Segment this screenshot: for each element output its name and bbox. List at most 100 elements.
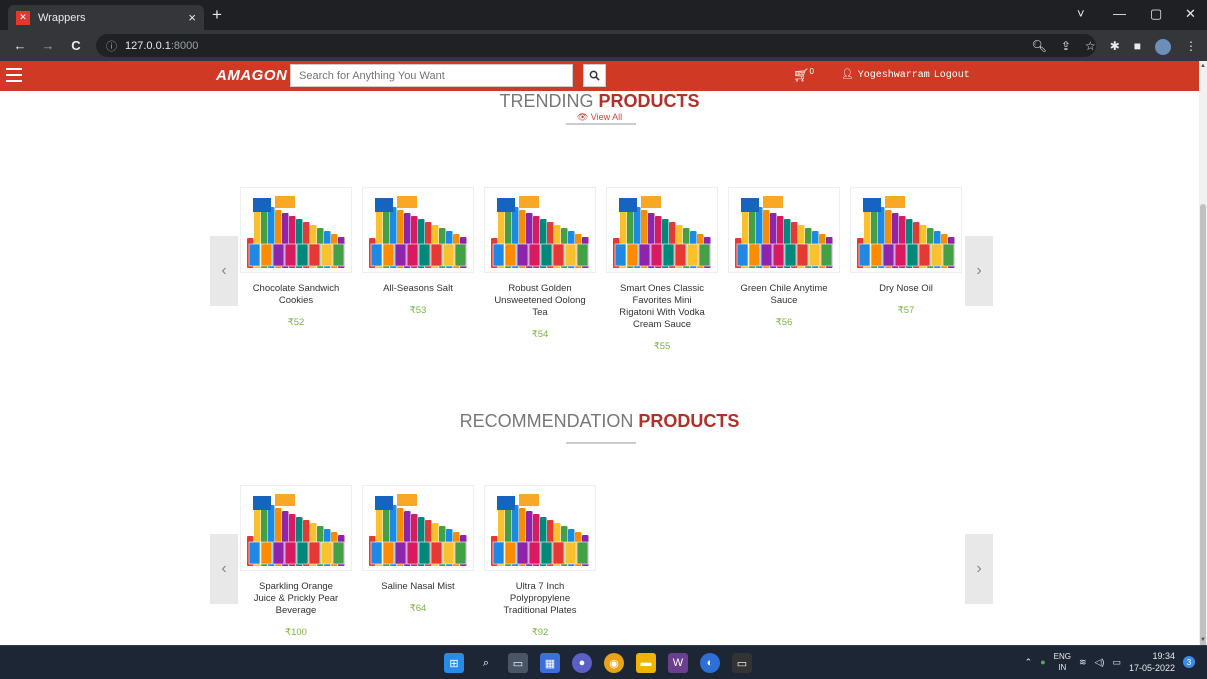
product-image-frame[interactable] [484,187,596,273]
widgets-icon[interactable]: ▦ [540,653,560,673]
username-link[interactable]: Yogeshwarram [858,70,930,81]
product-name[interactable]: Sparkling Orange Juice & Prickly Pear Be… [240,581,352,617]
app-w-icon[interactable]: W [668,653,688,673]
product-name[interactable]: Chocolate Sandwich Cookies [240,283,352,307]
trending-product-card[interactable]: Green Chile Anytime Sauce ₹56 [728,187,840,328]
product-image-frame[interactable] [484,485,596,571]
teams-chat-icon[interactable]: ● [572,653,592,673]
language-indicator[interactable]: ENG IN [1054,651,1071,673]
recommendation-product-card[interactable]: Saline Nasal Mist ₹64 [362,485,474,614]
browser-tab[interactable]: ✕ Wrappers × [8,5,204,30]
product-image-frame[interactable] [362,187,474,273]
task-view-icon[interactable]: ▭ [508,653,528,673]
product-name[interactable]: Green Chile Anytime Sauce [728,283,840,307]
battery-icon[interactable]: ▭ [1112,657,1121,668]
zoom-icon[interactable]: 🔍︎ [1032,39,1047,55]
share-icon[interactable]: ⇪ [1061,39,1071,55]
scroll-up-icon[interactable]: ▲ [1200,63,1206,69]
product-image [611,192,713,268]
page-scrollbar[interactable]: ▲ ▼ [1199,61,1207,652]
extensions-icon[interactable]: ✱ [1110,39,1120,55]
product-image [245,192,347,268]
recommendation-product-card[interactable]: Sparkling Orange Juice & Prickly Pear Be… [240,485,352,638]
profile-avatar-icon[interactable] [1155,39,1171,55]
product-price: ₹92 [531,627,549,638]
view-all-label[interactable]: 👁 View All [577,112,622,122]
recommendation-next-button[interactable]: › [965,534,993,604]
trending-heading: TRENDING PRODUCTS [0,91,1199,112]
trending-heading-accent: PRODUCTS [598,91,700,111]
product-image-frame[interactable] [850,187,962,273]
reload-button[interactable]: C [68,38,84,53]
minimize-button[interactable]: — [1113,6,1126,21]
new-tab-button[interactable]: + [212,5,222,25]
view-all-link[interactable]: 👁 View All [0,112,1199,123]
wifi-icon[interactable]: ≋ [1079,657,1087,668]
bookmark-star-icon[interactable]: ☆ [1085,39,1096,55]
address-bar[interactable]: ⓘ 127.0.0.1:8000 [96,34,1096,57]
product-name[interactable]: Dry Nose Oil [850,283,962,295]
forward-button[interactable]: → [40,38,56,53]
tab-search-icon[interactable]: ˅ [1077,6,1085,21]
trending-next-button[interactable]: › [965,236,993,306]
lang-bottom: IN [1058,663,1067,672]
notification-badge[interactable]: 3 [1183,656,1195,668]
chevron-left-icon: ‹ [221,560,227,577]
system-tray: ⌃ ● ENG IN ≋ ◁) ▭ 19:34 17-05-2022 3 [1025,650,1195,674]
tab-close-icon[interactable]: × [188,10,196,25]
trending-product-card[interactable]: Chocolate Sandwich Cookies ₹52 [240,187,352,328]
search-icon [589,70,600,81]
cart-icon: 🛒︎ [793,67,810,83]
favicon-icon: ✕ [16,10,30,25]
product-image-frame[interactable] [606,187,718,273]
recommendation-divider [566,442,636,444]
product-name[interactable]: Smart Ones Classic Favorites Mini Rigato… [606,283,718,331]
maximize-button[interactable]: ▢ [1150,6,1162,22]
chrome-icon[interactable]: ◉ [604,653,624,673]
file-explorer-icon[interactable]: ▬ [636,653,656,673]
clock[interactable]: 19:34 17-05-2022 [1129,650,1175,674]
search-button[interactable] [583,64,606,87]
product-image [489,192,591,268]
start-windows-icon[interactable]: ⊞ [444,653,464,673]
trending-product-card[interactable]: Smart Ones Classic Favorites Mini Rigato… [606,187,718,352]
product-name[interactable]: All-Seasons Salt [362,283,474,295]
sidebar-icon[interactable]: ■ [1134,39,1141,55]
site-info-icon[interactable]: ⓘ [106,38,117,54]
menu-kebab-icon[interactable]: ⋮ [1185,39,1197,55]
scroll-down-icon[interactable]: ▼ [1200,637,1206,643]
toolbar-icons: 🔍︎ ⇪ ☆ ✱ ■ ⋮ [1032,39,1197,55]
hamburger-menu-icon[interactable] [6,68,22,82]
close-window-button[interactable]: ✕ [1185,6,1196,22]
lang-top: ENG [1053,652,1071,661]
product-image [489,490,591,566]
terminal-icon[interactable]: ▭ [732,653,752,673]
cart-button[interactable]: 🛒︎0 [793,67,814,83]
tray-overflow-icon[interactable]: ⌃ [1025,657,1033,668]
scrollbar-thumb[interactable] [1200,204,1206,652]
site-logo[interactable]: AMAGON [216,67,287,84]
recommendation-product-card[interactable]: Ultra 7 Inch Polypropylene Traditional P… [484,485,596,638]
tray-app-icon[interactable]: ● [1040,657,1045,667]
product-image-frame[interactable] [240,485,352,571]
volume-icon[interactable]: ◁) [1095,657,1105,668]
trending-prev-button[interactable]: ‹ [210,236,238,306]
logout-link[interactable]: Logout [934,70,970,81]
product-image-frame[interactable] [728,187,840,273]
product-image-frame[interactable] [240,187,352,273]
back-button[interactable]: ← [12,38,28,53]
product-name[interactable]: Ultra 7 Inch Polypropylene Traditional P… [484,581,596,617]
browser-tab-strip: ✕ Wrappers × + ˅ — ▢ ✕ [0,0,1207,30]
search-icon[interactable]: ⌕ [476,653,496,673]
product-image [855,192,957,268]
browser-alt-icon[interactable]: ◐ [700,653,720,673]
product-image-frame[interactable] [362,485,474,571]
url-host: 127.0.0.1 [125,39,171,52]
recommendation-prev-button[interactable]: ‹ [210,534,238,604]
trending-product-card[interactable]: All-Seasons Salt ₹53 [362,187,474,316]
product-name[interactable]: Robust Golden Unsweetened Oolong Tea [484,283,596,319]
trending-product-card[interactable]: Robust Golden Unsweetened Oolong Tea ₹54 [484,187,596,340]
product-name[interactable]: Saline Nasal Mist [362,581,474,593]
search-input[interactable] [290,64,573,87]
trending-product-card[interactable]: Dry Nose Oil ₹57 [850,187,962,316]
